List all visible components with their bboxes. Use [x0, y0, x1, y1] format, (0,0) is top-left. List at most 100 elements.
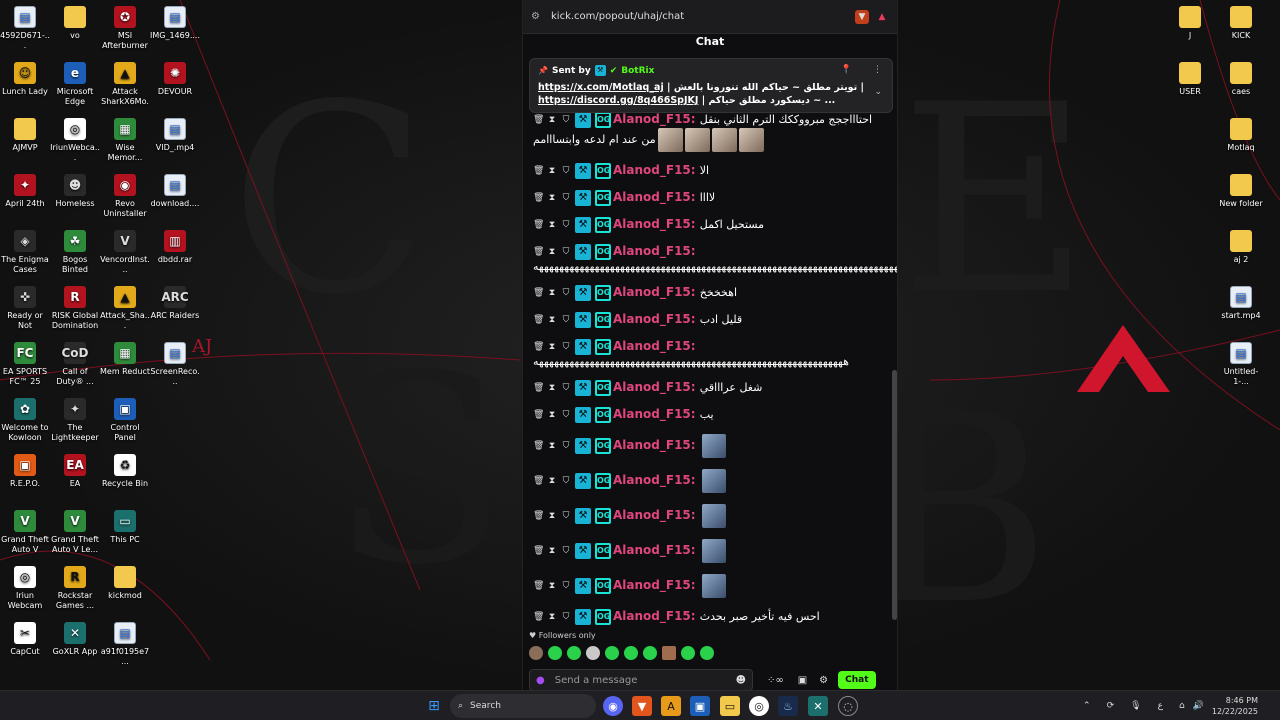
desktop-icon-ea-sports-fc-25[interactable]: FC EA SPORTS FC™ 25 — [0, 338, 50, 387]
gift-icon[interactable]: ▣ — [798, 675, 807, 686]
desktop-icon-microsoft-edge[interactable]: e Microsoft Edge — [50, 58, 100, 107]
desktop-icon-msi-afterburner[interactable]: ✪ MSI Afterburner — [100, 2, 150, 51]
desktop-icon-attack-sha[interactable]: ▲ Attack_Sha... — [100, 282, 150, 331]
username[interactable]: Alanod_F15: — [613, 312, 700, 326]
desktop-icon-screenreco[interactable]: ▤ ScreenReco... — [150, 338, 200, 387]
twitter-link[interactable]: https://x.com/Motlaq_aj — [538, 82, 664, 93]
brave-browser-icon[interactable]: ▼ — [632, 696, 652, 716]
desktop-icon-attack-sharkx6mo[interactable]: ▲ Attack SharkX6Mo... — [100, 58, 150, 107]
chat-message[interactable]: 🗑 ⧗ ⛉ ⚒ OG Alanod_F15: الا — [533, 163, 889, 179]
url-text[interactable]: kick.com/popout/uhaj/chat — [551, 11, 849, 22]
ban-icon[interactable]: ⛉ — [561, 474, 571, 488]
chat-settings-icon[interactable]: ⚙ — [819, 675, 828, 686]
chat-message[interactable]: 🗑 ⧗ ⛉ ⚒ OG Alanod_F15: هههههههههههههههههههههه… — [533, 244, 897, 274]
emote-option[interactable] — [548, 646, 562, 660]
desktop-icon-this-pc[interactable]: ▭ This PC — [100, 506, 150, 545]
desktop-icon-download[interactable]: ▤ download.... — [150, 170, 200, 209]
desktop-icon-devour[interactable]: ✺ DEVOUR — [150, 58, 200, 97]
desktop-icon-rockstar-games[interactable]: R Rockstar Games ... — [50, 562, 100, 611]
desktop-icon-the-enigma-cases-demo[interactable]: ◈ The Enigma Cases Demo — [0, 226, 50, 275]
clock[interactable]: 8:46 PM 12/22/2025 — [1212, 695, 1258, 717]
desktop-icon-april-24th[interactable]: ✦ April 24th — [0, 170, 50, 209]
delete-message-icon[interactable]: 🗑 — [533, 579, 544, 593]
emote-option[interactable] — [567, 646, 581, 660]
desktop-icon-r-e-p-o[interactable]: ▣ R.E.P.O. — [0, 450, 50, 489]
desktop-icon-vo[interactable]: vo — [50, 2, 100, 41]
start-button-icon[interactable]: ⊞ — [424, 696, 444, 716]
timeout-icon[interactable]: ⧗ — [547, 286, 557, 300]
desktop-icon-user[interactable]: USER — [1165, 58, 1215, 97]
username[interactable]: Alanod_F15: — [613, 244, 696, 258]
username[interactable]: Alanod_F15: — [613, 473, 700, 487]
desktop-icon-wise-memor[interactable]: ▦ Wise Memor... — [100, 114, 150, 163]
pinned-message[interactable]: 📌 Sent by ⚒ ✔ BotRix https://x.com/Motla… — [529, 58, 893, 113]
send-chat-button[interactable]: Chat — [838, 671, 876, 689]
ban-icon[interactable]: ⛉ — [561, 340, 571, 354]
desktop-icon-mem-reduct[interactable]: ▦ Mem Reduct — [100, 338, 150, 377]
delete-message-icon[interactable]: 🗑 — [533, 474, 544, 488]
site-settings-icon[interactable]: ⚙ — [531, 11, 543, 22]
chat-message[interactable]: 🗑 ⧗ ⛉ ⚒ OG Alanod_F15: لاااا — [533, 190, 889, 206]
delete-message-icon[interactable]: 🗑 — [533, 340, 544, 354]
username[interactable]: Alanod_F15: — [613, 508, 700, 522]
iriun-webcam-icon[interactable]: ◎ — [749, 696, 769, 716]
timeout-icon[interactable]: ⧗ — [547, 313, 557, 327]
desktop-icon-goxlr-app[interactable]: ✕ GoXLR App — [50, 618, 100, 657]
timeout-icon[interactable]: ⧗ — [547, 408, 557, 422]
timeout-icon[interactable]: ⧗ — [547, 164, 557, 178]
chat-message[interactable]: 🗑 ⧗ ⛉ ⚒ OG Alanod_F15: اهخخخخ — [533, 285, 889, 301]
desktop-icon-kickmod[interactable]: kickmod — [100, 562, 150, 601]
microphone-tray-icon[interactable]: 🎙 — [1130, 701, 1141, 711]
delete-message-icon[interactable]: 🗑 — [533, 218, 544, 232]
desktop-icon-ea[interactable]: EA EA — [50, 450, 100, 489]
chat-message[interactable]: 🗑 ⧗ ⛉ ⚒ OG Alanod_F15: — [533, 469, 889, 493]
desktop-icon-a91f0195e7[interactable]: ▤ a91f0195e7... — [100, 618, 150, 667]
ban-icon[interactable]: ⛉ — [561, 544, 571, 558]
timeout-icon[interactable]: ⧗ — [547, 191, 557, 205]
ban-icon[interactable]: ⛉ — [561, 313, 571, 327]
desktop-icon-welcome-to-kowloon[interactable]: ✿ Welcome to Kowloon — [0, 394, 50, 443]
sync-icon[interactable]: ⟳ — [1107, 701, 1115, 711]
desktop-icon-ajmvp[interactable]: AJMVP — [0, 114, 50, 153]
desktop-icon-call-of-duty[interactable]: CoD Call of Duty® ... — [50, 338, 100, 387]
emote-option[interactable] — [700, 646, 714, 660]
desktop-icon-4592d671[interactable]: ▤ 4592D671-... — [0, 2, 50, 51]
username[interactable]: Alanod_F15: — [613, 609, 700, 623]
file-explorer-icon[interactable]: ▭ — [720, 696, 740, 716]
ban-icon[interactable]: ⛉ — [561, 509, 571, 523]
delete-message-icon[interactable]: 🗑 — [533, 164, 544, 178]
ban-icon[interactable]: ⛉ — [561, 408, 571, 422]
desktop-icon-ready-or-not[interactable]: ✜ Ready or Not — [0, 282, 50, 331]
username[interactable]: Alanod_F15: — [613, 190, 700, 204]
desktop-icon-motlaq[interactable]: Motlaq — [1216, 114, 1266, 153]
language-indicator[interactable]: ع — [1158, 701, 1163, 711]
username[interactable]: Alanod_F15: — [613, 438, 700, 452]
timeout-icon[interactable]: ⧗ — [547, 340, 557, 354]
delete-message-icon[interactable]: 🗑 — [533, 191, 544, 205]
desktop-icon-risk-global-domination[interactable]: R RISK Global Domination — [50, 282, 100, 331]
desktop-icon-kick[interactable]: KICK — [1216, 2, 1266, 41]
chat-message[interactable]: 🗑 ⧗ ⛉ ⚒ OG Alanod_F15: — [533, 539, 889, 563]
username[interactable]: Alanod_F15: — [613, 112, 700, 126]
desktop-icon-untitled-1[interactable]: ▤ Untitled-1-... — [1216, 338, 1266, 387]
emote-option[interactable] — [529, 646, 543, 660]
timeout-icon[interactable]: ⧗ — [547, 610, 557, 624]
pinned-sender[interactable]: BotRix — [621, 66, 654, 76]
timeout-icon[interactable]: ⧗ — [547, 544, 557, 558]
network-icon[interactable]: ⌂ — [1179, 701, 1185, 711]
chat-message[interactable]: 🗑 ⧗ ⛉ ⚒ OG Alanod_F15: احس فيه تأخير صبر بحدث — [533, 609, 889, 625]
desktop-icon-arc-raiders[interactable]: ARC ARC Raiders — [150, 282, 200, 321]
desktop-icon-control-panel[interactable]: ▣ Control Panel — [100, 394, 150, 443]
ban-icon[interactable]: ⛉ — [561, 439, 571, 453]
desktop-icon-bogos-binted[interactable]: ☘ Bogos Binted — [50, 226, 100, 275]
kick-tools-icon[interactable]: ⁘∞ — [767, 675, 784, 686]
chat-message[interactable]: 🗑 ⧗ ⛉ ⚒ OG Alanod_F15: شغل عراااقي — [533, 380, 889, 396]
desktop-icon-iriunwebca[interactable]: ◎ IriunWebca... — [50, 114, 100, 163]
delete-message-icon[interactable]: 🗑 — [533, 381, 544, 395]
timeout-icon[interactable]: ⧗ — [547, 439, 557, 453]
ban-icon[interactable]: ⛉ — [561, 381, 571, 395]
ban-icon[interactable]: ⛉ — [561, 286, 571, 300]
timeout-icon[interactable]: ⧗ — [547, 218, 557, 232]
emote-option[interactable] — [681, 646, 695, 660]
desktop-icon-homeless[interactable]: ☻ Homeless — [50, 170, 100, 209]
